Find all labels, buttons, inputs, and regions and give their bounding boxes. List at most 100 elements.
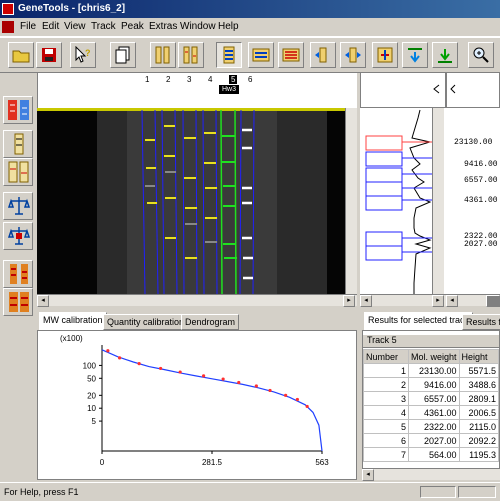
- table-row[interactable]: 1 23130.00 5571.5: [363, 363, 499, 378]
- menu-view[interactable]: View: [64, 21, 86, 32]
- balance-button[interactable]: [3, 192, 33, 220]
- mw-value: 4361.00: [464, 196, 498, 205]
- sort-button[interactable]: [310, 42, 336, 68]
- table-row[interactable]: 3 6557.00 2809.1: [363, 391, 499, 406]
- lane-pair-button[interactable]: [3, 260, 33, 288]
- save-button[interactable]: [36, 42, 62, 68]
- tab-quantity-calibration[interactable]: Quantity calibration: [103, 314, 189, 330]
- mw-scroll-thumb[interactable]: [486, 295, 500, 307]
- open-icon: [12, 50, 30, 63]
- scroll-right-button[interactable]: ▸: [343, 295, 355, 307]
- lane-number[interactable]: 3: [187, 75, 191, 84]
- lane-number[interactable]: 6: [248, 75, 252, 84]
- save-icon: [42, 48, 56, 62]
- profile-scroll-right-button[interactable]: ▸: [432, 295, 444, 307]
- lane-select-button[interactable]: [3, 96, 33, 124]
- table-row[interactable]: 2 9416.00 3488.6: [363, 377, 499, 392]
- tab-results-selected-track[interactable]: Results for selected track: [364, 312, 474, 330]
- move-down-icon: [408, 48, 422, 63]
- lanes-button[interactable]: [178, 42, 204, 68]
- lane-number[interactable]: 4: [208, 75, 212, 84]
- scroll-left-button[interactable]: ◂: [37, 295, 49, 307]
- mw-value: 2027.00: [464, 240, 498, 249]
- context-help-button[interactable]: ?: [70, 42, 96, 68]
- table-row[interactable]: 6 2027.00 2092.2: [363, 433, 499, 448]
- y-tick-label: 50: [87, 374, 96, 383]
- profile-horizontal-scrollbar[interactable]: ◂ ▸: [360, 294, 446, 307]
- table-row[interactable]: 4 4361.00 2006.5: [363, 405, 499, 420]
- y-tick-label: 10: [87, 404, 96, 413]
- calibration-curve: [101, 349, 323, 452]
- app-icon: [2, 3, 14, 15]
- single-lane-button[interactable]: [3, 130, 33, 158]
- status-bar: For Help, press F1: [0, 482, 500, 501]
- cell-mol-weight: 564.00: [407, 447, 460, 462]
- menu-peak[interactable]: Peak: [121, 21, 144, 32]
- compare-button[interactable]: [340, 42, 366, 68]
- calibration-point: [254, 384, 258, 388]
- calibration-point: [237, 380, 241, 385]
- menu-file[interactable]: File: [20, 21, 36, 32]
- open-button[interactable]: [8, 42, 34, 68]
- column-header-height[interactable]: Height: [458, 349, 499, 364]
- tracks-button[interactable]: [150, 42, 176, 68]
- copy-icon: [115, 46, 130, 64]
- lane-number[interactable]: 2: [166, 75, 170, 84]
- column-header-mol-weight[interactable]: Mol. weight: [407, 349, 460, 364]
- selected-lane-label: Hw3: [219, 85, 240, 94]
- profile-scroll-left-button[interactable]: ◂: [360, 295, 372, 307]
- profile-scrollbar[interactable]: [432, 108, 444, 294]
- mw-scroll-left-button[interactable]: ◂: [446, 295, 458, 307]
- bands-button[interactable]: [216, 42, 242, 68]
- move-up-icon: [438, 49, 452, 63]
- lane-pair-icon: [10, 264, 28, 284]
- cell-height: 5571.5: [458, 363, 499, 378]
- align-button[interactable]: [278, 42, 304, 68]
- gel-vertical-scrollbar[interactable]: [345, 108, 357, 294]
- lane-number[interactable]: 1: [145, 75, 149, 84]
- bands-icon: [223, 46, 235, 64]
- cell-number: 6: [363, 433, 409, 448]
- lane-grid-button[interactable]: [3, 288, 33, 316]
- cell-number: 4: [363, 405, 409, 420]
- auto-detect-button[interactable]: [248, 42, 274, 68]
- mw-horizontal-scrollbar[interactable]: ◂: [446, 294, 500, 307]
- table-row[interactable]: 7 564.00 1195.3: [363, 447, 499, 462]
- results-scroll-left-button[interactable]: ◂: [362, 469, 374, 481]
- lane-ruler: 1 2 3 4 5 6 Hw3: [37, 72, 357, 108]
- results-horizontal-scrollbar[interactable]: ◂: [362, 468, 500, 481]
- tab-mw-calibration[interactable]: MW calibration: [39, 312, 107, 330]
- move-up-button[interactable]: [432, 42, 458, 68]
- calibration-point: [178, 370, 182, 374]
- menu-window[interactable]: Window: [180, 21, 216, 32]
- mw-header: [446, 72, 500, 108]
- menu-track[interactable]: Track: [91, 21, 116, 32]
- gel-image-canvas[interactable]: [37, 108, 357, 294]
- column-header-number[interactable]: Number: [363, 349, 409, 364]
- menu-edit[interactable]: Edit: [42, 21, 59, 32]
- document-icon[interactable]: [2, 21, 14, 33]
- lane-number-selected[interactable]: 5: [229, 75, 238, 84]
- tab-dendrogram[interactable]: Dendrogram: [181, 314, 240, 330]
- menu-extras[interactable]: Extras: [149, 21, 177, 32]
- double-lane-button[interactable]: [3, 158, 33, 186]
- svg-text:?: ?: [85, 48, 91, 58]
- merge-button[interactable]: [372, 42, 398, 68]
- toolbar: ?: [0, 37, 500, 73]
- move-down-button[interactable]: [402, 42, 428, 68]
- cell-height: 1195.3: [458, 447, 499, 462]
- lanes-icon: [183, 46, 198, 64]
- mw-calibration-chart[interactable]: (x100) 100 50 20 10 5 0 281.5 563: [37, 330, 357, 480]
- menu-help[interactable]: Help: [218, 21, 239, 32]
- table-row[interactable]: 5 2322.00 2115.0: [363, 419, 499, 434]
- copy-button[interactable]: [110, 42, 136, 68]
- profile-header: [360, 72, 446, 108]
- gel-image[interactable]: [37, 108, 357, 294]
- balance-compare-button[interactable]: [3, 222, 33, 250]
- zoom-button[interactable]: [468, 42, 494, 68]
- tab-results-all[interactable]: Results fo: [462, 314, 500, 330]
- cell-height: 2006.5: [458, 405, 499, 420]
- cell-mol-weight: 4361.00: [407, 405, 460, 420]
- gel-horizontal-scrollbar[interactable]: ◂ ▸: [37, 294, 357, 307]
- y-tick-label: 100: [83, 361, 97, 370]
